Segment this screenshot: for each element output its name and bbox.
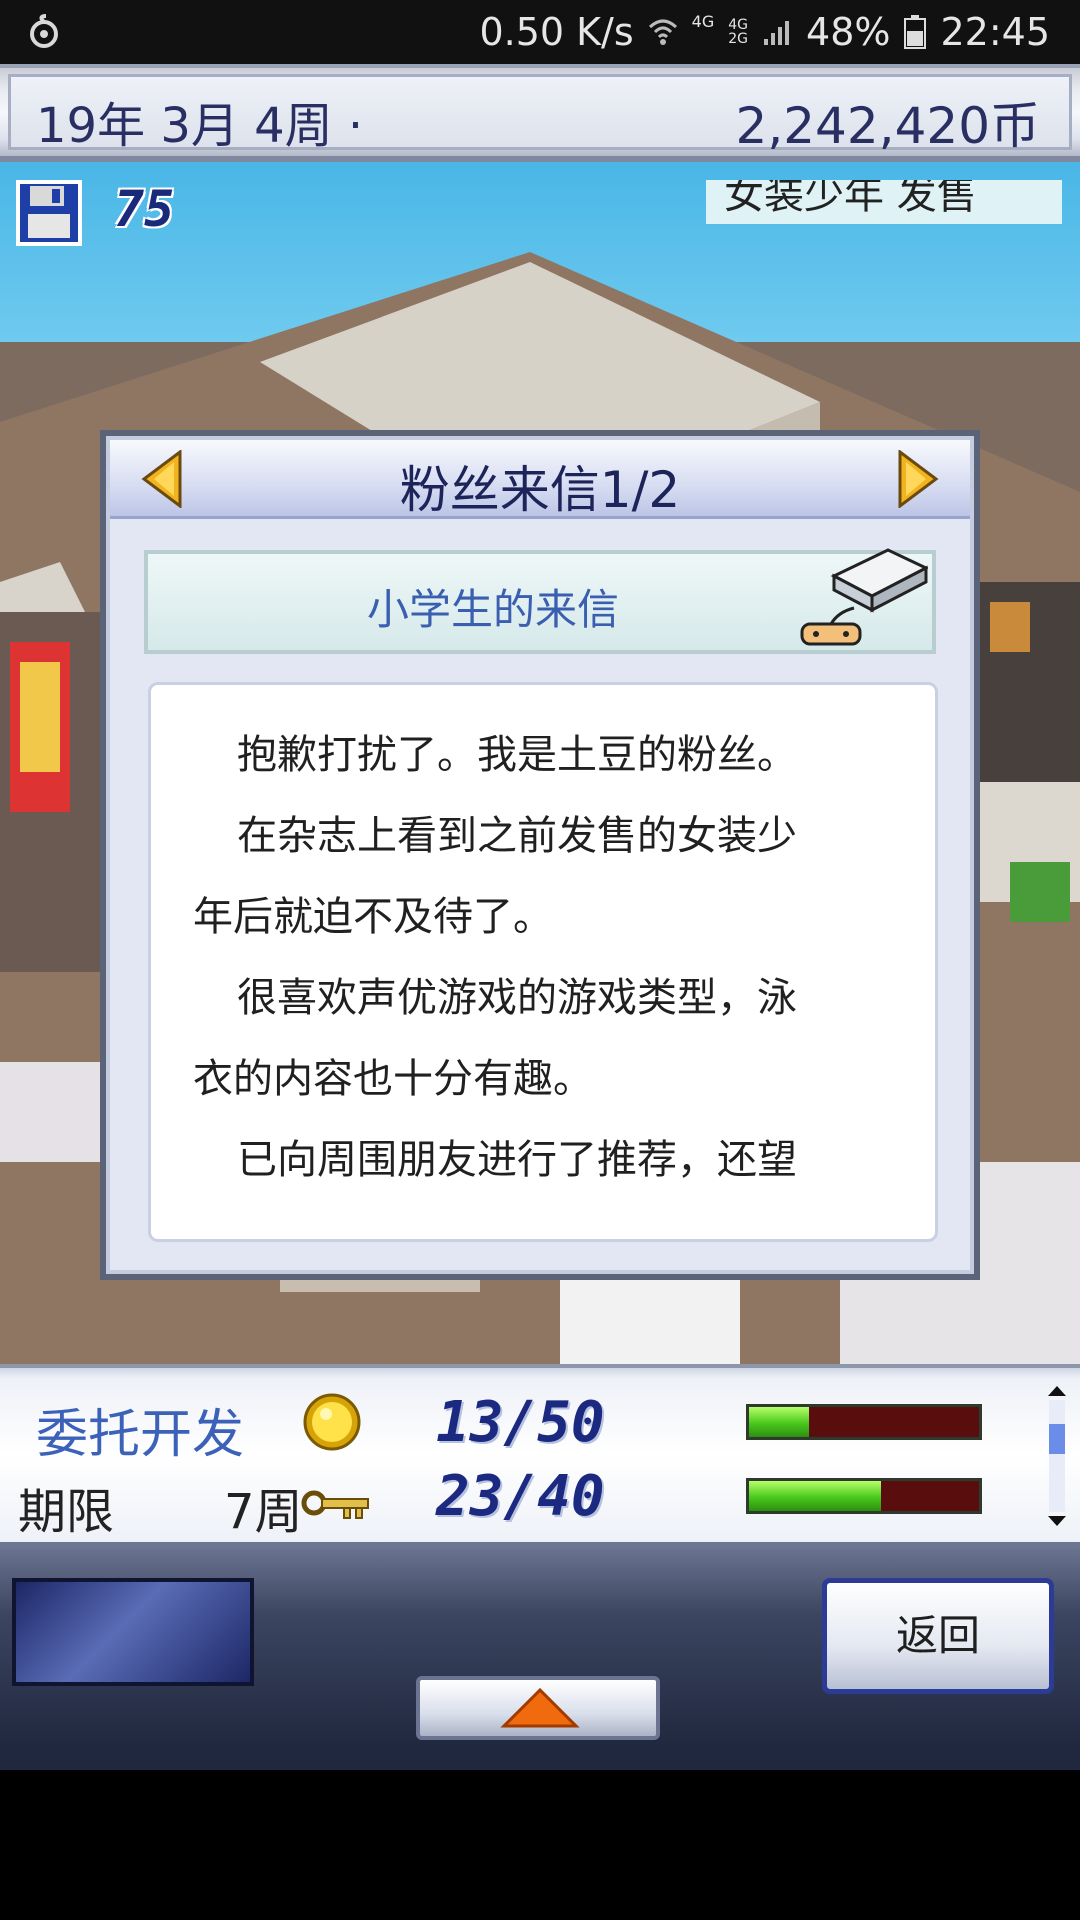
letter-line: 在杂志上看到之前发售的女装少 xyxy=(237,813,797,859)
menu-panel-button[interactable] xyxy=(12,1578,254,1686)
expand-up-button[interactable] xyxy=(416,1676,660,1740)
wifi-icon xyxy=(648,19,677,45)
scrollbar[interactable] xyxy=(1046,1384,1068,1528)
top-info-bar: 19年 3月 4周 · 2,242,420币 xyxy=(0,64,1080,162)
network-4g-label: 4G xyxy=(691,12,715,31)
letter-line: 抱歉打扰了。我是土豆的粉丝。 xyxy=(237,732,797,778)
network-4g-label-2: 4G xyxy=(728,17,749,33)
game-date: 19年 3月 4周 · xyxy=(36,98,364,154)
deadline-value: 7周 xyxy=(224,1484,303,1540)
dialog-header: 粉丝来信1/2 xyxy=(110,440,970,519)
network-2g-label: 2G xyxy=(728,31,749,47)
news-ticker: 女装少年 发售 xyxy=(706,180,1062,224)
letter-line: 已向周围朋友进行了推荐，还望 xyxy=(237,1137,797,1183)
battery-percent: 48% xyxy=(806,10,891,54)
status-bar: 0.50 K/s 4G 4G 2G 48% 22:45 xyxy=(0,0,1080,64)
battery-icon xyxy=(904,15,927,49)
dialog-title: 粉丝来信1/2 xyxy=(399,461,681,519)
save-disk-icon xyxy=(16,180,82,246)
save-count: 75 xyxy=(114,180,175,238)
key-icon xyxy=(301,1490,369,1519)
deadline-label: 期限 xyxy=(18,1484,115,1540)
dialog-body: 粉丝来信1/2 小学生的来信 抱歉打扰了。我是土豆的粉丝。 在杂志上看到之前发售… xyxy=(106,436,974,1274)
commission-progress-2: 23/40 xyxy=(436,1464,605,1529)
net-speed: 0.50 K/s xyxy=(479,10,634,54)
app-notification-icon xyxy=(30,14,58,48)
progress-bar-2-fill xyxy=(749,1481,882,1511)
sender-label: 小学生的来信 xyxy=(366,585,619,634)
fan-letter-dialog: 粉丝来信1/2 小学生的来信 抱歉打扰了。我是土豆的粉丝。 在杂志上看到之前发售… xyxy=(100,430,980,1280)
signal-icon xyxy=(764,21,790,45)
network-signal-labels: 4G 2G xyxy=(728,18,748,46)
progress-bar-2 xyxy=(746,1478,982,1514)
letter-line: 年后就迫不及待了。 xyxy=(193,894,553,940)
commission-progress-1: 13/50 xyxy=(436,1390,605,1455)
commission-panel: 委托开发 13/50 期限 7周 23/40 xyxy=(0,1364,1080,1548)
letter-line: 很喜欢声优游戏的游戏类型，泳 xyxy=(237,975,797,1021)
progress-bar-1-fill xyxy=(749,1407,809,1437)
back-button[interactable]: 返回 xyxy=(822,1578,1054,1694)
ticker-text: 女装少年 发售 xyxy=(724,180,977,218)
letter-content[interactable]: 抱歉打扰了。我是土豆的粉丝。 在杂志上看到之前发售的女装少 年后就迫不及待了。 … xyxy=(148,682,938,1242)
clock: 22:45 xyxy=(940,10,1050,54)
sender-box: 小学生的来信 xyxy=(144,548,936,654)
game-console-icon xyxy=(800,548,928,646)
bottom-panel: 返回 xyxy=(0,1548,1080,1770)
letter-line: 衣的内容也十分有趣。 xyxy=(193,1056,593,1102)
money-balance: 2,242,420币 xyxy=(735,97,1040,155)
progress-bar-1 xyxy=(746,1404,982,1440)
coin-icon xyxy=(303,1393,361,1451)
next-arrow-icon[interactable] xyxy=(892,450,940,508)
up-arrow-icon xyxy=(500,1688,580,1728)
commission-label: 委托开发 xyxy=(36,1405,245,1465)
